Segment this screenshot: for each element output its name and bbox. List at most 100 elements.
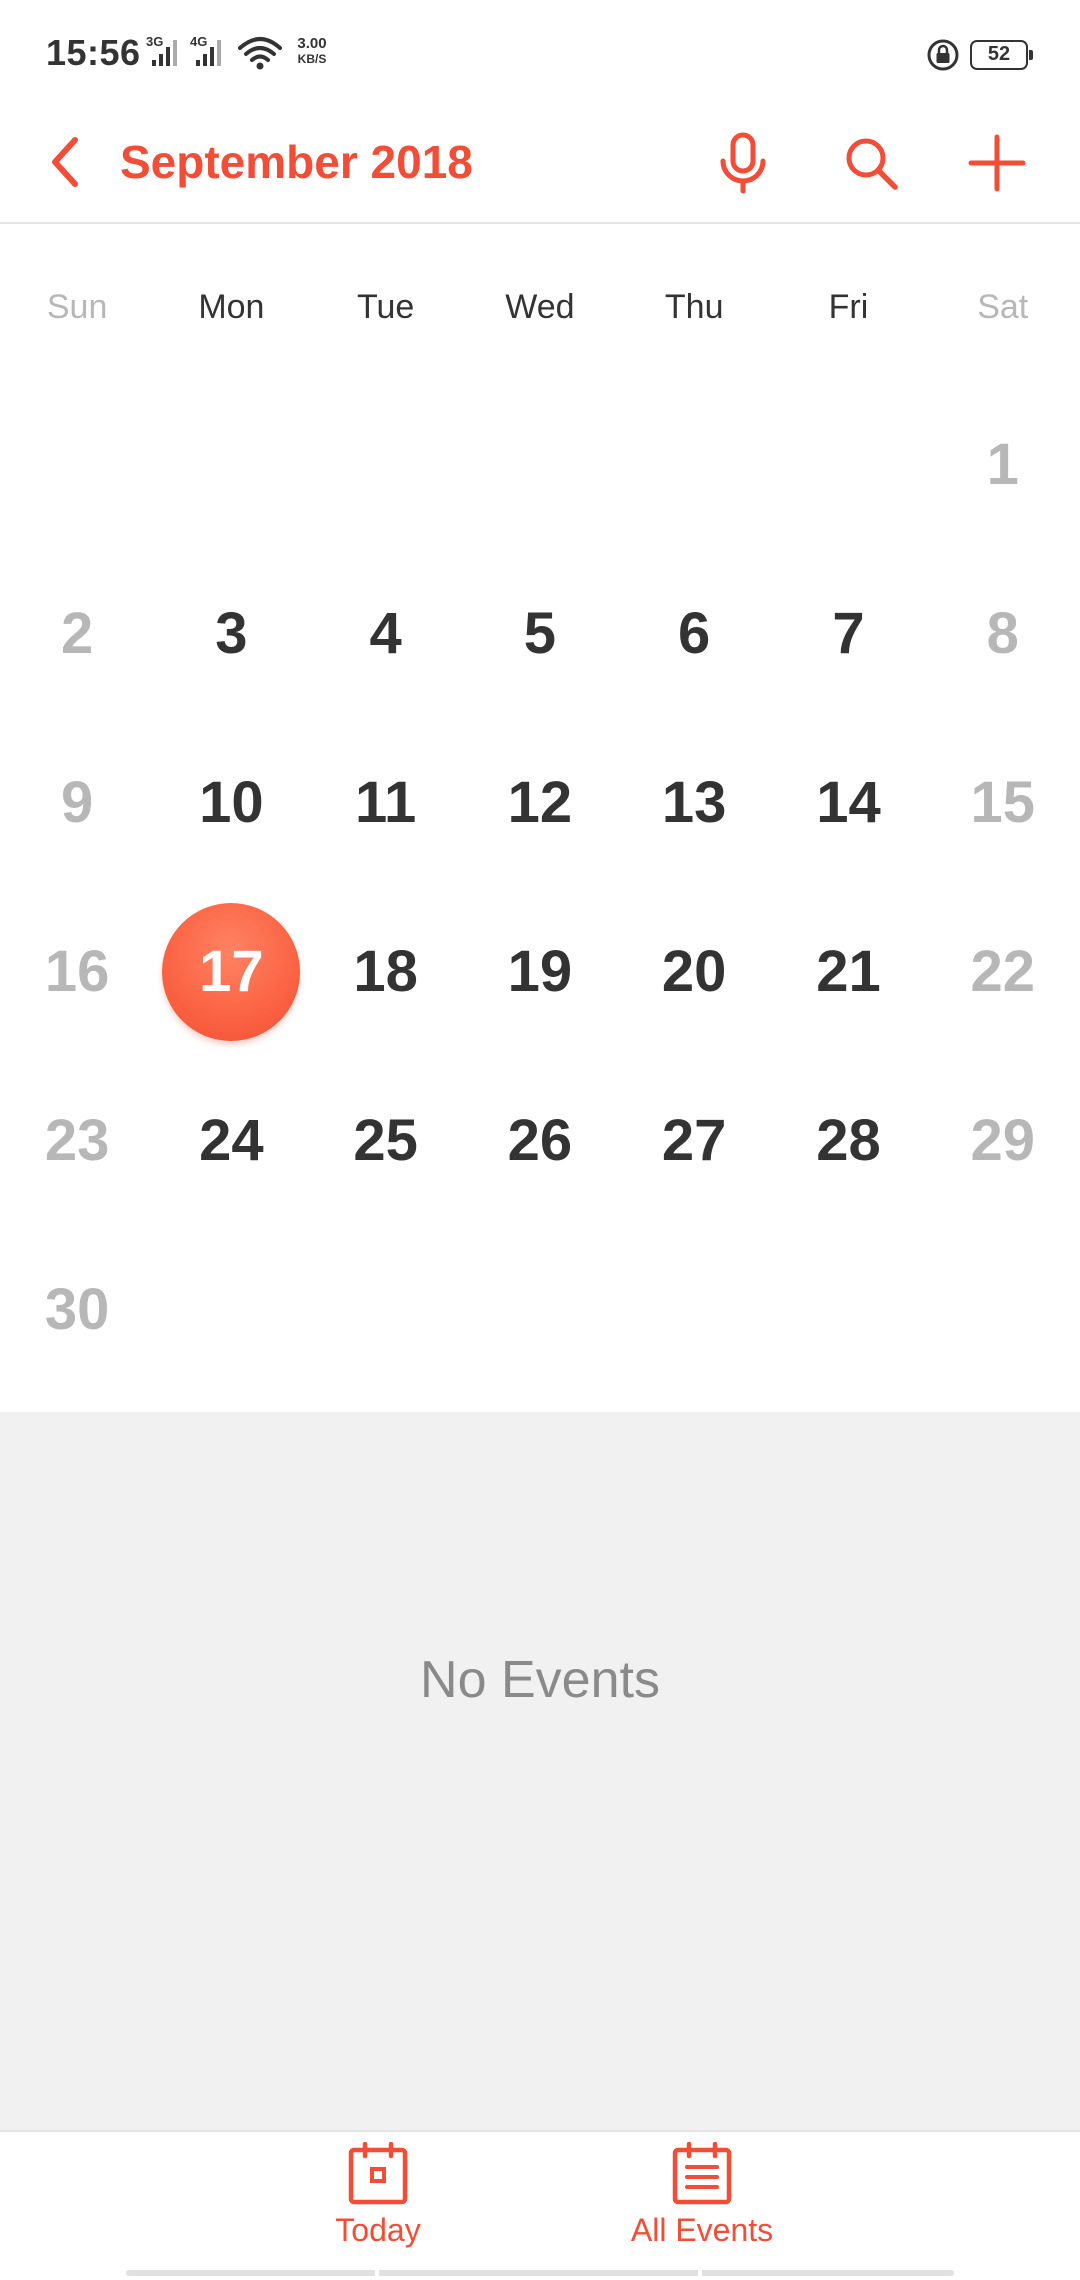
day-cell[interactable]: 23 <box>0 1056 154 1225</box>
day-cell[interactable]: 4 <box>309 549 463 718</box>
plus-icon <box>968 134 1026 192</box>
day-cell <box>154 380 308 549</box>
day-number: 23 <box>44 1108 110 1173</box>
day-cell[interactable]: 14 <box>771 718 925 887</box>
selected-day-cell[interactable]: 17 <box>154 887 308 1056</box>
day-cell[interactable]: 22 <box>926 887 1080 1056</box>
day-cell[interactable]: 1 <box>926 380 1080 549</box>
day-cell[interactable]: 6 <box>617 549 771 718</box>
weekday-label: Sat <box>977 288 1029 326</box>
bottom-navigation: Today All Events <box>0 2130 1080 2280</box>
month-title[interactable]: September 2018 <box>120 124 473 200</box>
day-cell <box>309 380 463 549</box>
battery-level: 52 <box>987 43 1011 65</box>
indicator-divider <box>698 2270 702 2276</box>
day-cell[interactable]: 2 <box>0 549 154 718</box>
calendar-screen: 15:56 3G 4G 3.00 KB/S 52 September 2018 … <box>0 0 1080 2280</box>
weekday-header: Sun Mon Tue Wed Thu Fri Sat <box>0 262 1080 352</box>
network-speed-unit: KB/S <box>297 52 327 66</box>
add-event-button[interactable] <box>952 118 1042 208</box>
day-cell[interactable]: 28 <box>771 1056 925 1225</box>
day-number: 7 <box>832 601 865 666</box>
day-cell[interactable]: 9 <box>0 718 154 887</box>
all-events-button[interactable]: All Events <box>592 2142 812 2262</box>
day-cell[interactable]: 13 <box>617 718 771 887</box>
day-number: 16 <box>44 939 110 1004</box>
day-cell[interactable]: 5 <box>463 549 617 718</box>
day-number: 11 <box>354 770 417 835</box>
day-number <box>317 396 455 534</box>
day-cell[interactable]: 11 <box>309 718 463 887</box>
day-cell[interactable]: 24 <box>154 1056 308 1225</box>
day-cell[interactable]: 12 <box>463 718 617 887</box>
wifi-icon <box>238 36 282 75</box>
day-cell <box>617 380 771 549</box>
weekday-label: Wed <box>505 288 575 326</box>
day-number: 5 <box>523 601 557 666</box>
day-number: 20 <box>661 939 727 1004</box>
day-number: 26 <box>507 1108 573 1173</box>
day-cell[interactable]: 27 <box>617 1056 771 1225</box>
weekday-label: Fri <box>828 288 869 326</box>
day-number <box>8 396 146 534</box>
day-number: 12 <box>507 770 573 835</box>
day-cell[interactable]: 8 <box>926 549 1080 718</box>
back-button[interactable] <box>30 122 100 202</box>
day-cell[interactable]: 21 <box>771 887 925 1056</box>
day-number: 15 <box>970 770 1035 835</box>
day-cell <box>771 380 925 549</box>
day-cell <box>0 380 154 549</box>
battery-icon: 52 <box>970 40 1033 70</box>
indicator-divider <box>375 2270 379 2276</box>
day-number: 21 <box>816 939 881 1004</box>
day-number <box>162 396 300 534</box>
day-number: 8 <box>986 601 1019 666</box>
day-number: 2 <box>60 601 94 666</box>
day-cell[interactable]: 19 <box>463 887 617 1056</box>
rotation-lock-icon <box>926 38 960 77</box>
no-events-message: No Events <box>420 1651 660 1709</box>
home-indicator[interactable] <box>126 2270 954 2276</box>
day-number: 6 <box>678 601 711 666</box>
day-number: 30 <box>44 1277 110 1342</box>
day-number <box>471 396 609 534</box>
day-cell[interactable]: 16 <box>0 887 154 1056</box>
network-speed: 3.00 KB/S <box>290 35 334 67</box>
day-cell[interactable]: 3 <box>154 549 308 718</box>
day-cell[interactable]: 26 <box>463 1056 617 1225</box>
weekday-label: Tue <box>357 288 415 326</box>
day-cell[interactable]: 29 <box>926 1056 1080 1225</box>
all-events-label: All Events <box>630 2212 774 2248</box>
day-number: 24 <box>199 1108 264 1173</box>
day-number: 27 <box>661 1108 727 1173</box>
today-button[interactable]: Today <box>268 2142 488 2262</box>
day-cell[interactable]: 10 <box>154 718 308 887</box>
weekday-label: Thu <box>664 288 724 326</box>
today-label: Today <box>335 2212 421 2248</box>
day-cell[interactable]: 30 <box>0 1225 154 1394</box>
day-number: 10 <box>199 770 264 835</box>
network-speed-value: 3.00 <box>297 35 327 52</box>
weekday-label: Mon <box>198 288 265 326</box>
search-icon <box>846 138 898 190</box>
month-grid: 1 2 3 4 5 6 7 8 9 10 11 12 13 14 15 16 1… <box>0 380 1080 1394</box>
day-cell[interactable]: 25 <box>309 1056 463 1225</box>
day-number <box>779 396 917 534</box>
day-number: 22 <box>970 939 1035 1004</box>
day-cell[interactable]: 20 <box>617 887 771 1056</box>
top-toolbar: September 2018 <box>0 110 1080 224</box>
selected-day-number: 17 <box>162 902 301 1041</box>
day-number: 19 <box>507 939 573 1004</box>
day-number: 14 <box>816 770 881 835</box>
day-cell[interactable]: 18 <box>309 887 463 1056</box>
back-arrow-icon <box>52 137 78 187</box>
day-number: 4 <box>369 601 402 666</box>
day-number: 1 <box>986 432 1019 497</box>
day-cell[interactable]: 15 <box>926 718 1080 887</box>
events-panel: No Events <box>0 1412 1080 2130</box>
day-number: 13 <box>661 770 727 835</box>
day-cell[interactable]: 7 <box>771 549 925 718</box>
voice-input-button[interactable] <box>698 118 788 208</box>
status-time: 15:56 <box>46 32 141 73</box>
search-button[interactable] <box>826 118 916 208</box>
